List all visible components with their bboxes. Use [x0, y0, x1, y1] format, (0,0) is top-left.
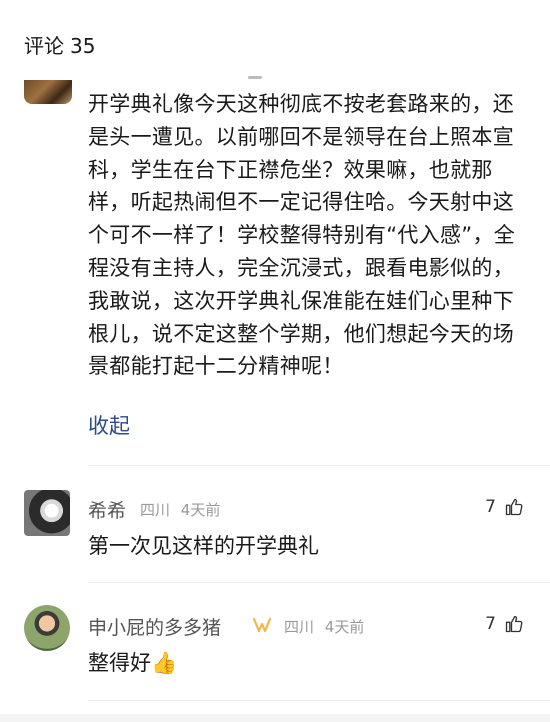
comment-meta: 四川 4天前: [284, 616, 364, 637]
comment-location: 四川: [284, 618, 315, 636]
divider: [88, 700, 550, 701]
like-count: 7: [485, 614, 496, 634]
comments-header: 评论 35: [24, 30, 95, 59]
comment-time: 4天前: [180, 501, 221, 519]
avatar[interactable]: [24, 490, 70, 536]
comment-meta: 四川 4天前: [140, 499, 220, 520]
like-button[interactable]: 7: [485, 614, 524, 634]
like-count: 7: [485, 497, 496, 517]
comment-author[interactable]: 希希: [88, 496, 126, 523]
comment-text: 整得好👍: [88, 651, 178, 675]
thumbs-up-icon: [505, 615, 523, 633]
comment-time: 4天前: [324, 618, 365, 636]
comment-location: 四川: [140, 501, 171, 519]
divider: [88, 465, 550, 466]
avatar[interactable]: [24, 605, 70, 651]
divider: [88, 582, 550, 583]
truncated-text-fragment: [248, 76, 262, 79]
like-button[interactable]: 7: [485, 497, 524, 517]
vip-badge-icon: [252, 617, 272, 633]
comments-title: 评论: [24, 34, 64, 58]
avatar[interactable]: [24, 80, 72, 104]
comment-text: 第一次见这样的开学典礼: [88, 534, 319, 558]
thumbs-up-icon: [505, 498, 523, 516]
collapse-link[interactable]: 收起: [88, 410, 130, 440]
comment-author[interactable]: 申小屁的多多猪: [88, 613, 221, 640]
comment-text: 开学典礼像今天这种彻底不按老套路来的，还是头一遭见。以前哪回不是领导在台上照本宣…: [88, 92, 516, 379]
bottom-bar: [0, 714, 550, 722]
comments-count: 35: [70, 34, 96, 58]
